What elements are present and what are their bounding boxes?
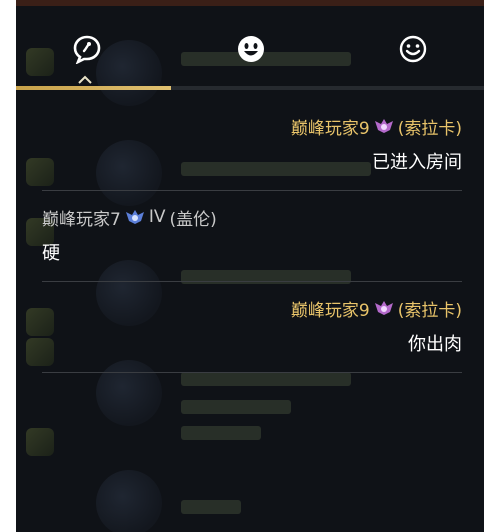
background-text xyxy=(181,400,291,414)
smiley-icon xyxy=(399,35,427,63)
chat-message: 巅峰玩家9 (索拉卡) 你出肉 xyxy=(42,294,462,373)
background-text xyxy=(181,500,241,514)
rank-badge-icon xyxy=(374,119,393,133)
chat-tab-bar xyxy=(16,24,484,84)
rank-tier: IV xyxy=(148,207,166,227)
active-tab-caret-icon xyxy=(78,75,92,84)
background-avatar xyxy=(96,470,162,532)
rank-badge-icon xyxy=(125,210,144,224)
message-header: 巅峰玩家9 (索拉卡) xyxy=(42,294,462,322)
message-text: 已进入房间 xyxy=(372,152,462,173)
message-header: 巅峰玩家7 IV (盖伦) xyxy=(42,203,462,231)
chat-message: 巅峰玩家9 (索拉卡) 已进入房间 xyxy=(42,112,462,191)
tab-emote[interactable] xyxy=(234,32,268,66)
rank-badge-icon xyxy=(374,301,393,315)
player-name[interactable]: 巅峰玩家9 xyxy=(291,114,370,139)
champion-name: (索拉卡) xyxy=(397,118,462,139)
message-header: 巅峰玩家9 (索拉卡) xyxy=(42,112,462,140)
background-text xyxy=(181,426,261,440)
tab-smiley[interactable] xyxy=(396,32,430,66)
champion-name: (盖伦) xyxy=(169,209,217,230)
chat-panel: 巅峰玩家9 (索拉卡) 已进入房间 巅峰玩家7 IV (盖伦) 硬 巅峰玩家9 … xyxy=(16,0,484,532)
message-list[interactable]: 巅峰玩家9 (索拉卡) 已进入房间 巅峰玩家7 IV (盖伦) 硬 巅峰玩家9 … xyxy=(42,112,462,385)
emote-face-icon xyxy=(238,36,264,62)
player-name[interactable]: 巅峰玩家9 xyxy=(291,296,370,321)
champion-name: (索拉卡) xyxy=(397,300,462,321)
tab-active-indicator xyxy=(16,86,171,90)
chat-message: 巅峰玩家7 IV (盖伦) 硬 xyxy=(42,203,462,282)
message-text: 你出肉 xyxy=(408,334,462,355)
tab-chat[interactable] xyxy=(70,32,104,66)
chat-bubble-icon xyxy=(73,35,101,64)
background-icon xyxy=(26,428,54,456)
player-name[interactable]: 巅峰玩家7 xyxy=(42,205,121,230)
message-text: 硬 xyxy=(42,243,60,264)
